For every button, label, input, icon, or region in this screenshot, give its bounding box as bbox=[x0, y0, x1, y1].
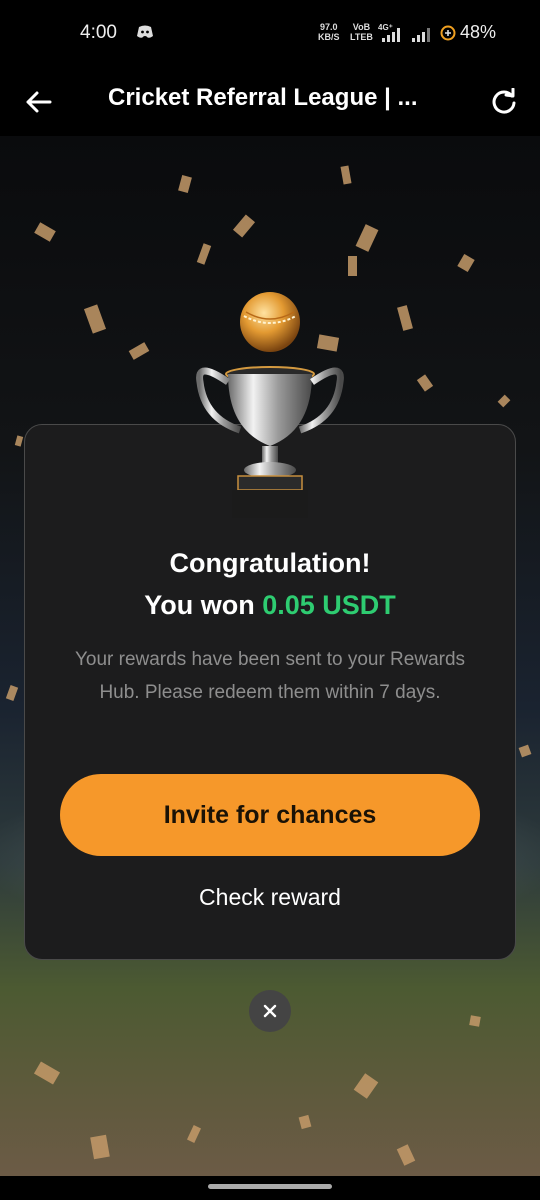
confetti bbox=[348, 256, 357, 276]
confetti bbox=[355, 224, 379, 252]
confetti bbox=[90, 1134, 110, 1160]
back-button[interactable] bbox=[18, 82, 58, 122]
confetti bbox=[34, 222, 56, 242]
network-speed: 97.0 KB/S bbox=[318, 22, 340, 42]
won-line: You won 0.05 USDT bbox=[24, 590, 516, 621]
won-amount: 0.05 USDT bbox=[262, 590, 396, 620]
confetti bbox=[298, 1114, 312, 1130]
confetti bbox=[178, 174, 192, 194]
confetti bbox=[353, 1073, 379, 1099]
confetti bbox=[469, 1015, 481, 1027]
close-icon bbox=[263, 1004, 277, 1018]
home-handle[interactable] bbox=[208, 1184, 332, 1189]
confetti bbox=[340, 165, 352, 185]
signal-4g-icon: 4G⁺ bbox=[378, 23, 400, 42]
confetti bbox=[232, 214, 256, 238]
reward-description: Your rewards have been sent to your Rewa… bbox=[74, 649, 466, 703]
confetti bbox=[14, 435, 24, 447]
confetti bbox=[83, 304, 107, 334]
confetti bbox=[396, 1144, 416, 1166]
app-bar: Cricket Referral League | ... bbox=[0, 68, 540, 136]
confetti bbox=[33, 1061, 61, 1085]
invite-for-chances-button[interactable]: Invite for chances bbox=[60, 774, 480, 856]
refresh-button[interactable] bbox=[484, 82, 524, 122]
page-title: Cricket Referral League | ... bbox=[108, 84, 418, 111]
refresh-icon bbox=[492, 88, 516, 114]
battery-saver-icon bbox=[440, 25, 456, 41]
won-prefix: You won bbox=[144, 590, 263, 620]
confetti bbox=[128, 342, 150, 360]
close-dialog-button[interactable] bbox=[249, 990, 291, 1032]
confetti bbox=[186, 1125, 202, 1143]
signal-icon bbox=[412, 28, 430, 42]
svg-text:4G⁺: 4G⁺ bbox=[378, 23, 393, 32]
confetti bbox=[416, 374, 434, 392]
dialog-heading: Congratulation! bbox=[169, 548, 371, 578]
confetti bbox=[457, 253, 475, 273]
arrow-left-icon bbox=[26, 91, 52, 113]
confetti bbox=[397, 305, 413, 331]
battery-percent: 48% bbox=[460, 22, 497, 42]
confetti bbox=[5, 685, 19, 701]
trophy-icon bbox=[196, 292, 344, 518]
check-reward-link[interactable]: Check reward bbox=[24, 884, 516, 911]
status-bar: 4:00 97.0 KB/S VoB LTEB 4G⁺ 48% bbox=[0, 0, 540, 68]
confetti bbox=[518, 744, 532, 758]
status-time: 4:00 bbox=[80, 22, 117, 43]
confetti bbox=[497, 394, 511, 408]
gesture-nav-bar bbox=[0, 1176, 540, 1200]
discord-icon bbox=[137, 25, 153, 38]
confetti bbox=[196, 243, 212, 265]
volte-indicator: VoB LTEB bbox=[350, 22, 373, 42]
